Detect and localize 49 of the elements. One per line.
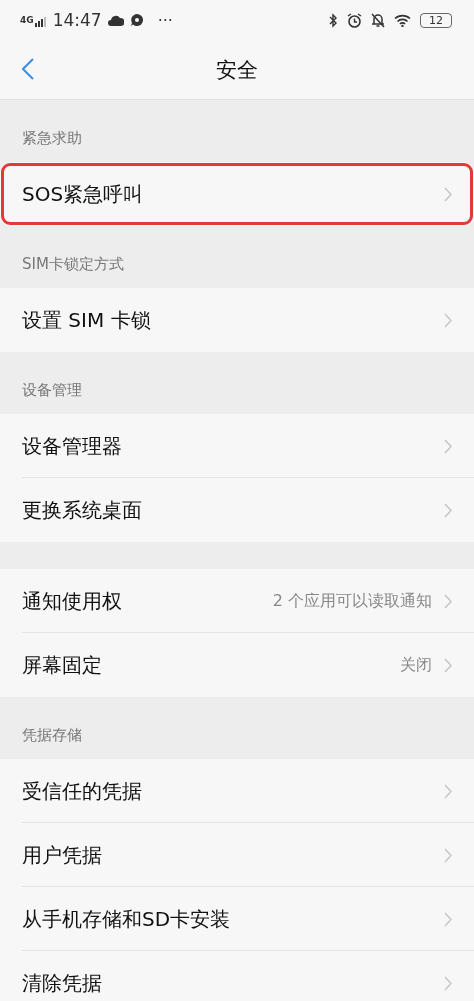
row-label: 屏幕固定	[22, 651, 103, 679]
battery-level: 12	[420, 12, 452, 28]
chevron-icon	[444, 593, 452, 609]
chevron-icon	[444, 312, 452, 328]
row-label: 用户凭据	[22, 841, 103, 869]
row-label: SOS紧急呼叫	[22, 180, 145, 208]
chevron-icon	[444, 657, 452, 673]
muted-bell-icon	[371, 12, 385, 28]
row-label: 更换系统桌面	[22, 496, 143, 524]
row-label: 通知使用权	[22, 587, 123, 615]
bluetooth-icon	[329, 12, 338, 28]
settings-row[interactable]: 更换系统桌面	[0, 478, 474, 542]
settings-row[interactable]: 屏幕固定 关闭	[0, 633, 474, 697]
chevron-icon	[444, 783, 452, 799]
settings-row[interactable]: 清除凭据	[0, 951, 474, 1001]
chevron-icon	[444, 186, 452, 202]
back-icon	[22, 58, 34, 80]
message-icon	[129, 13, 144, 27]
settings-row[interactable]: SOS紧急呼叫	[0, 162, 474, 226]
clock-time: 14:47	[52, 10, 102, 30]
row-label: 设置 SIM 卡锁	[22, 306, 152, 334]
row-label: 清除凭据	[22, 969, 103, 997]
row-value: 关闭	[400, 654, 432, 676]
settings-row[interactable]: 用户凭据	[0, 823, 474, 887]
chevron-icon	[444, 911, 452, 927]
alarm-icon	[347, 12, 362, 28]
settings-row[interactable]: 设备管理器	[0, 414, 474, 478]
signal-icon	[34, 17, 47, 27]
row-label: 设备管理器	[22, 432, 123, 460]
row-value: 2 个应用可以读取通知	[272, 590, 432, 612]
chevron-icon	[444, 438, 452, 454]
row-label: 受信任的凭据	[22, 777, 143, 805]
settings-row[interactable]: 受信任的凭据	[0, 759, 474, 823]
more-notifications: ···	[157, 10, 173, 30]
settings-row[interactable]: 通知使用权 2 个应用可以读取通知	[0, 569, 474, 633]
chevron-icon	[444, 847, 452, 863]
row-label: 从手机存储和SD卡安装	[22, 905, 232, 933]
settings-row[interactable]: 从手机存储和SD卡安装	[0, 887, 474, 951]
network-type: 4G	[20, 15, 34, 25]
cloud-icon	[107, 14, 124, 26]
chevron-icon	[444, 975, 452, 991]
chevron-icon	[444, 502, 452, 518]
section-header: 紧急求助	[22, 129, 82, 148]
page-title: 安全	[216, 56, 258, 84]
section-header: 设备管理	[22, 381, 82, 400]
section-header: 凭据存储	[22, 726, 82, 745]
wifi-icon	[394, 13, 411, 27]
section-header: SIM卡锁定方式	[22, 255, 124, 274]
settings-row[interactable]: 设置 SIM 卡锁	[0, 288, 474, 352]
